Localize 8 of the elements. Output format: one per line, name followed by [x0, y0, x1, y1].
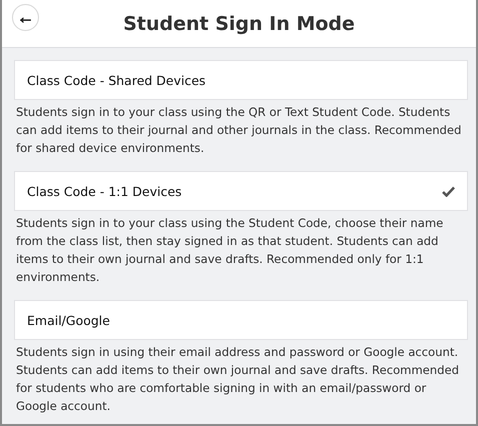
sign-in-option[interactable]: Class Code - Shared Devices	[14, 60, 468, 100]
option-description: Students sign in using their email address and password or Google account. Students can add items to their own journal and save drafts. Recommended for students who are comfortable signing in with an email/password or Google account.	[15, 344, 460, 415]
option-description: Students sign in to your class using the QR or Text Student Code. Students can add items to their journal and other journals in the class. Recommended for shared device environments.	[15, 104, 462, 157]
sign-in-option[interactable]: Email/Google	[14, 300, 468, 340]
option-description: Students sign in to your class using the Student Code, choose their name from the class list, then stay signed in as that student. Students can add items to their own journal and save drafts. Recommended only for 1:1 environments.	[15, 215, 444, 286]
page-title: Student Sign In Mode	[123, 12, 355, 34]
sign-in-option[interactable]: Class Code - 1:1 Devices	[14, 171, 468, 211]
back-button[interactable]: ←	[12, 4, 39, 31]
